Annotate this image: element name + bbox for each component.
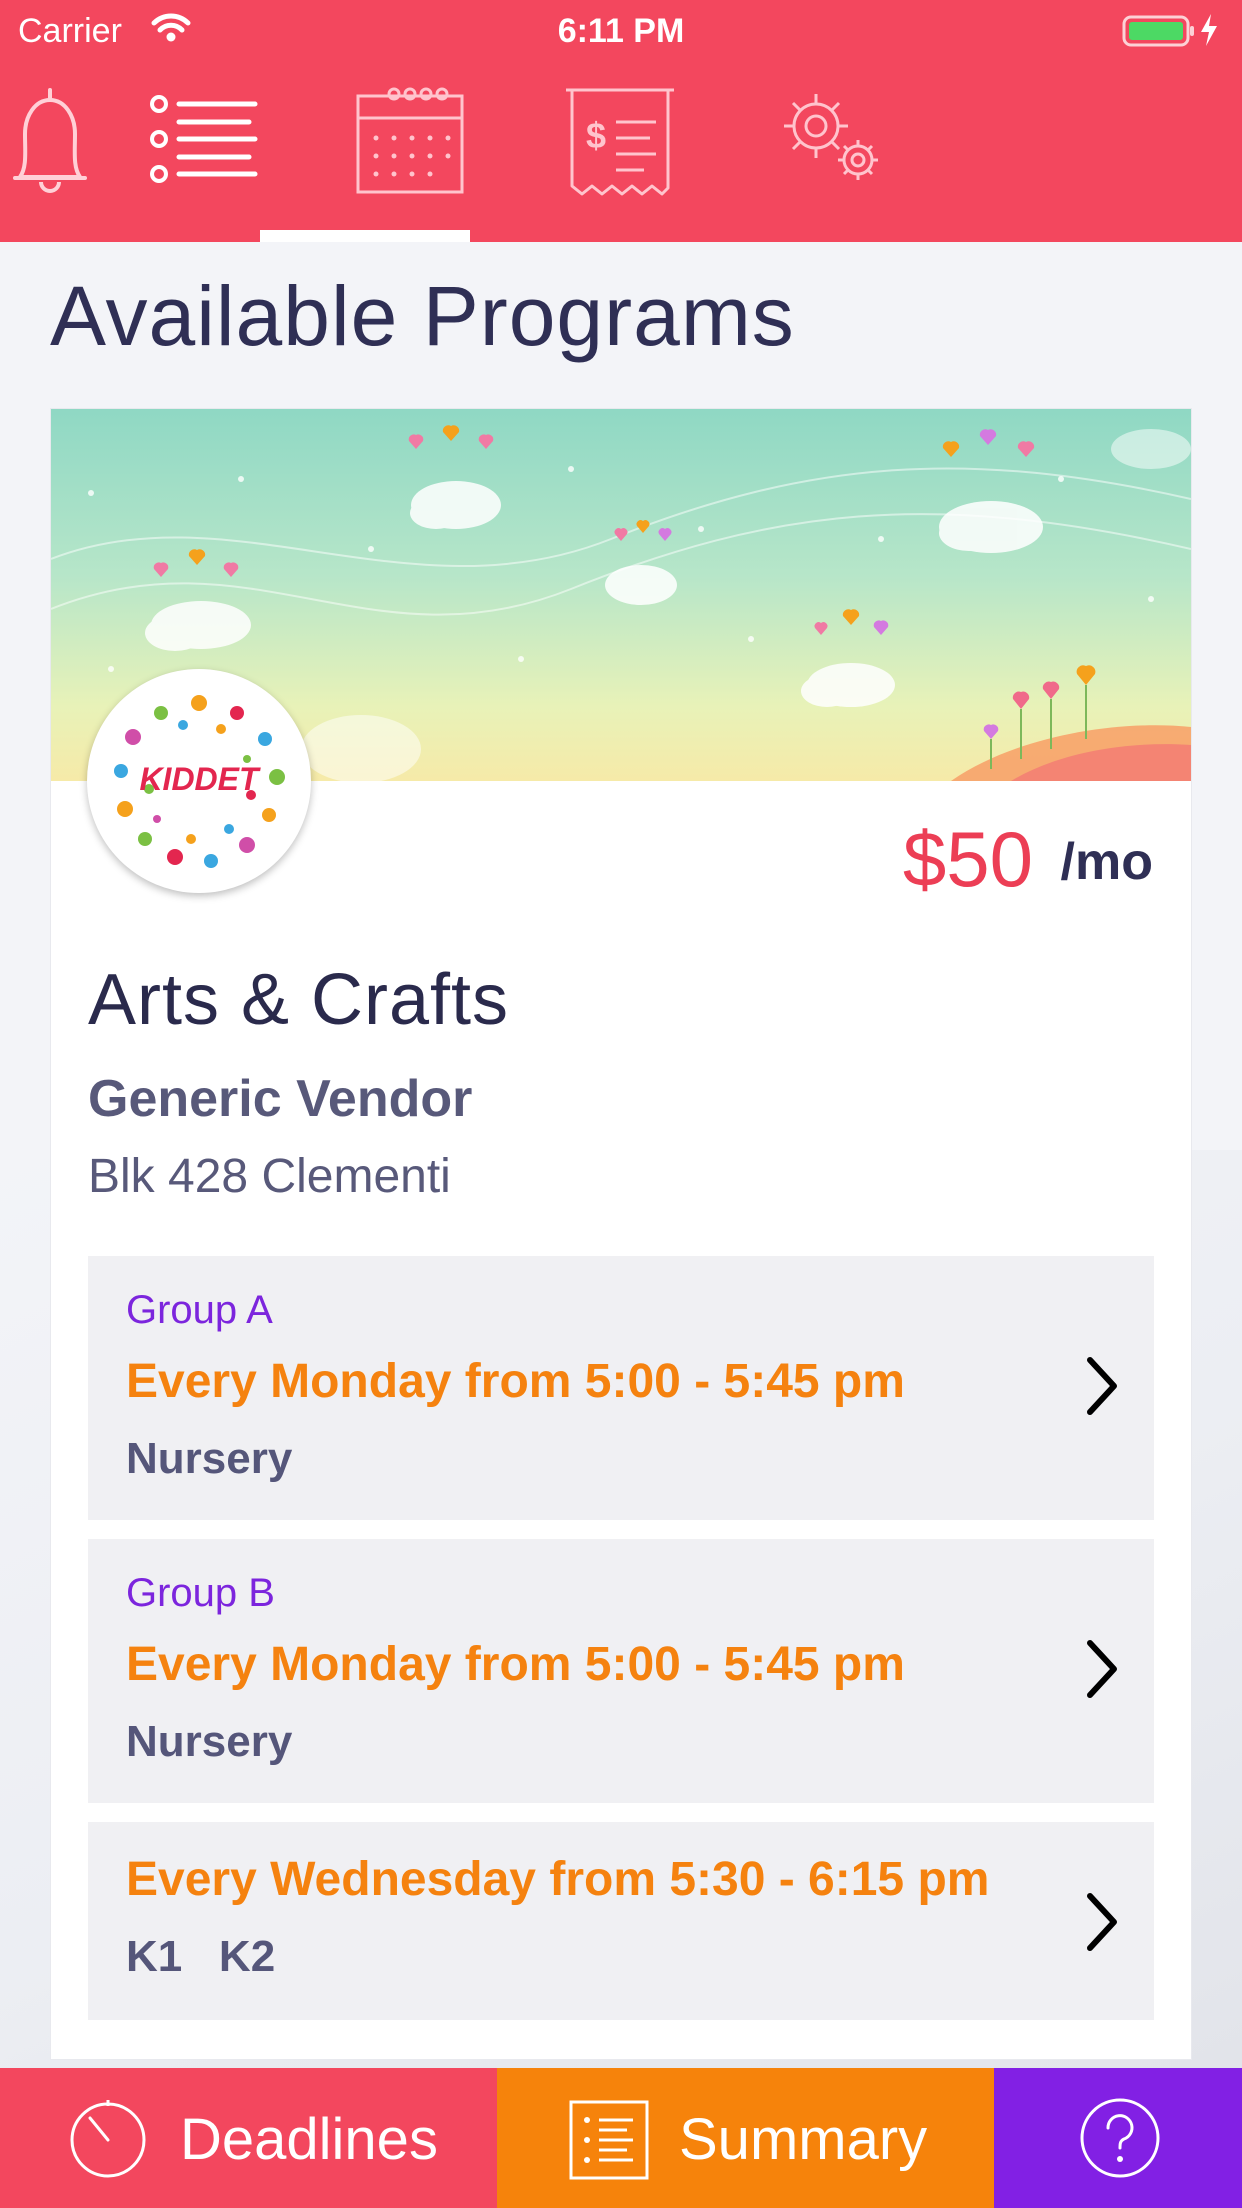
session-levels: Nursery	[126, 1434, 293, 1483]
help-button[interactable]	[994, 2068, 1242, 2208]
session-group-label: Group A	[126, 1288, 273, 1332]
deadlines-label: Deadlines	[180, 2107, 438, 2172]
program-name: Arts & Crafts	[88, 960, 510, 1040]
status-bar: Carrier 6:11 PM	[0, 0, 1242, 62]
checklist-icon	[567, 2098, 651, 2187]
chevron-right-icon	[1084, 1356, 1120, 1421]
vendor-logo-text: KIDDET	[139, 761, 259, 797]
bottom-action-bar: Deadlines Summary	[0, 2068, 1242, 2208]
session-time: Every Wednesday from 5:30 - 6:15 pm	[126, 1853, 990, 1906]
program-card[interactable]: KIDDET /mo $50 Arts & Crafts Generic Ven…	[51, 409, 1191, 2059]
session-row-group-a[interactable]: Group A Every Monday from 5:00 - 5:45 pm…	[88, 1256, 1154, 1520]
session-time: Every Monday from 5:00 - 5:45 pm	[126, 1355, 905, 1408]
charging-icon	[1198, 12, 1220, 53]
vendor-address: Blk 428 Clementi	[88, 1150, 451, 1203]
session-levels: Nursery	[126, 1717, 293, 1766]
session-row-wednesday[interactable]: Every Wednesday from 5:30 - 6:15 pm K1 K…	[88, 1822, 1154, 2020]
status-time: 6:11 PM	[557, 12, 685, 50]
price-unit: /mo	[1060, 833, 1153, 891]
page-title: Available Programs	[50, 269, 795, 363]
session-group-label: Group B	[126, 1571, 275, 1615]
battery-icon	[1122, 14, 1196, 53]
session-levels: K1 K2	[126, 1932, 276, 1981]
tab-settings[interactable]	[784, 82, 1100, 242]
chevron-right-icon	[1084, 1892, 1120, 1957]
session-time: Every Monday from 5:00 - 5:45 pm	[126, 1638, 905, 1691]
chevron-right-icon	[1084, 1639, 1120, 1704]
vendor-logo: KIDDET	[87, 669, 311, 893]
program-price: $50	[902, 815, 1033, 903]
summary-label: Summary	[679, 2107, 928, 2172]
summary-button[interactable]: Summary	[497, 2068, 994, 2208]
vendor-name: Generic Vendor	[88, 1070, 473, 1128]
deadlines-button[interactable]: Deadlines	[0, 2068, 497, 2208]
top-nav-bar: Carrier 6:11 PM $	[0, 0, 1242, 242]
svg-text:$: $	[586, 115, 606, 156]
session-row-group-b[interactable]: Group B Every Monday from 5:00 - 5:45 pm…	[88, 1539, 1154, 1803]
question-icon	[1078, 2096, 1162, 2185]
stopwatch-icon	[66, 2096, 150, 2185]
tab-selected-indicator	[260, 230, 470, 242]
